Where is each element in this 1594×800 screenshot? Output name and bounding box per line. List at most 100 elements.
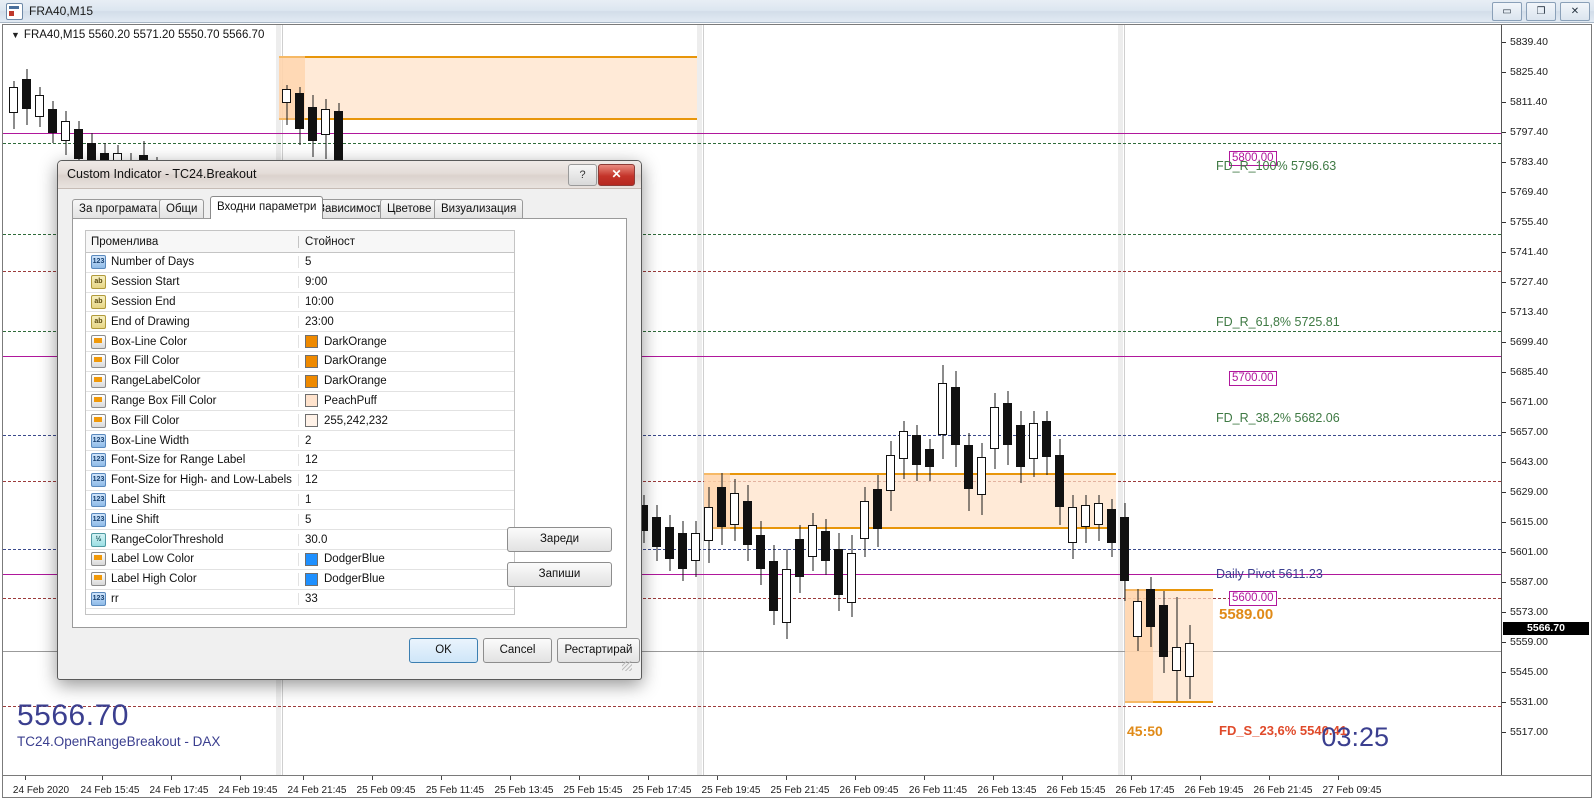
parameters-grid[interactable]: Променлива Стойност 123 Number of Days 5 … — [85, 230, 515, 615]
candle — [782, 549, 791, 639]
table-row[interactable]: ab Session Start 9:00 — [86, 273, 514, 293]
param-name: Box-Line Width — [111, 434, 189, 447]
candle — [964, 433, 973, 511]
param-value[interactable]: DarkOrange — [324, 336, 387, 348]
candle — [1107, 499, 1116, 557]
tab-colors[interactable]: Цветове — [380, 199, 439, 218]
daily-pivot-label: Daily Pivot 5611.23 — [1216, 567, 1323, 581]
grid-side-buttons: Зареди Запиши — [507, 527, 612, 587]
param-value[interactable]: DarkOrange — [324, 355, 387, 367]
param-name: Box Fill Color — [111, 414, 180, 427]
table-row[interactable]: RangeLabelColor DarkOrange — [86, 372, 514, 392]
time-tick: 25 Feb 13:45 — [494, 785, 554, 796]
last-price-badge: 5566.70 — [1503, 622, 1589, 635]
param-value[interactable]: 9:00 — [298, 276, 514, 289]
restore-button[interactable]: ❐ — [1526, 2, 1556, 21]
table-row[interactable]: 123 Box-Line Width 2 — [86, 431, 514, 451]
price-axis[interactable]: 5839.40 5825.40 5811.40 5797.40 5783.40 … — [1501, 25, 1591, 775]
param-value[interactable]: 12 — [298, 474, 514, 487]
tab-visualization[interactable]: Визуализация — [434, 199, 524, 218]
resize-grip[interactable] — [622, 661, 632, 671]
table-row[interactable]: Range Box Fill Color PeachPuff — [86, 392, 514, 412]
dialog-tabs: За програмата Общи Входни параметри Зави… — [72, 196, 635, 219]
fib-label-618: FD_R_61,8% 5725.81 — [1216, 315, 1340, 329]
time-tick: 27 Feb 09:45 — [1322, 785, 1382, 796]
dialog-close-button[interactable]: ✕ — [598, 164, 635, 186]
table-row[interactable]: Box Fill Color DarkOrange — [86, 352, 514, 372]
integer-type-icon: 123 — [91, 453, 106, 468]
param-value[interactable]: DodgerBlue — [324, 553, 385, 565]
custom-indicator-dialog[interactable]: Custom Indicator - TC24.Breakout ? ✕ За … — [57, 160, 642, 680]
integer-type-icon: 123 — [91, 473, 106, 488]
table-row[interactable]: 123 Font-Size for High- and Low-Labels 12 — [86, 471, 514, 491]
param-value[interactable]: 33 — [298, 592, 514, 605]
candle — [665, 515, 674, 571]
table-row[interactable]: 123 Label Shift 1 — [86, 491, 514, 511]
tab-inputs[interactable]: Входни параметри — [210, 196, 324, 219]
chart-clock: 03:25 — [1321, 722, 1389, 752]
save-button[interactable]: Запиши — [507, 562, 612, 587]
candle — [282, 85, 291, 125]
table-row[interactable]: 123 Number of Days 5 — [86, 253, 514, 273]
cancel-button[interactable]: Cancel — [483, 638, 552, 663]
color-type-icon — [91, 393, 106, 408]
help-button[interactable]: ? — [568, 164, 597, 186]
fib-label-100: FD_R_100% 5796.63 — [1216, 159, 1337, 173]
table-row[interactable]: 123 Font-Size for Range Label 12 — [86, 451, 514, 471]
table-row[interactable]: Label High Color DodgerBlue — [86, 570, 514, 590]
table-row[interactable]: 123 rr 33 — [86, 590, 514, 610]
param-name: Session End — [111, 295, 176, 308]
param-value[interactable]: 23:00 — [298, 315, 514, 328]
dialog-footer: OK Cancel Рестартирай — [72, 633, 640, 667]
fib-line-100 — [3, 143, 1501, 144]
chart-collapse-icon[interactable]: ▼ — [11, 30, 20, 40]
param-value[interactable]: DodgerBlue — [324, 573, 385, 585]
dialog-titlebar[interactable]: Custom Indicator - TC24.Breakout ? ✕ — [58, 161, 641, 189]
table-row[interactable]: 123 Line Shift 5 — [86, 510, 514, 531]
table-row[interactable]: Box Fill Color 255,242,232 — [86, 411, 514, 432]
integer-type-icon: 123 — [91, 591, 106, 606]
time-tick: 24 Feb 2020 — [12, 785, 70, 796]
ok-button[interactable]: OK — [409, 638, 478, 663]
time-tick: 26 Feb 13:45 — [977, 785, 1037, 796]
param-value[interactable]: DarkOrange — [324, 375, 387, 387]
param-value[interactable]: 2 — [298, 434, 514, 447]
minimize-button[interactable]: ▭ — [1492, 2, 1522, 21]
param-value[interactable]: 1 — [298, 493, 514, 506]
param-value[interactable]: PeachPuff — [324, 395, 377, 407]
param-value[interactable]: 30.0 — [298, 533, 514, 546]
tab-about[interactable]: За програмата — [72, 199, 165, 218]
tab-common[interactable]: Общи — [159, 199, 205, 218]
color-type-icon — [91, 572, 106, 587]
table-row[interactable]: ab Session End 10:00 — [86, 293, 514, 313]
table-row[interactable]: ab End of Drawing 23:00 — [86, 312, 514, 333]
close-button[interactable]: ✕ — [1560, 2, 1590, 21]
param-value[interactable]: 10:00 — [298, 295, 514, 308]
candle — [977, 443, 986, 515]
candle — [1003, 391, 1012, 465]
candle — [35, 87, 44, 127]
param-value[interactable]: 255,242,232 — [324, 415, 388, 427]
param-value[interactable]: 5 — [298, 256, 514, 269]
restart-button[interactable]: Рестартирай — [557, 638, 640, 663]
table-row[interactable]: Box-Line Color DarkOrange — [86, 332, 514, 352]
candle — [860, 487, 869, 557]
dialog-title: Custom Indicator - TC24.Breakout — [67, 167, 257, 181]
color-swatch — [305, 354, 318, 368]
color-type-icon — [91, 552, 106, 567]
color-type-icon — [91, 413, 106, 428]
param-value[interactable]: 5 — [298, 513, 514, 526]
time-axis[interactable]: 24 Feb 2020 24 Feb 15:45 24 Feb 17:45 24… — [3, 775, 1591, 797]
table-row[interactable]: ½ RangeColorThreshold 30.0 — [86, 530, 514, 550]
time-tick: 26 Feb 15:45 — [1046, 785, 1106, 796]
candle — [321, 99, 330, 159]
candle — [834, 533, 843, 611]
table-row[interactable]: Label Low Color DodgerBlue — [86, 550, 514, 570]
day-gridline — [703, 25, 704, 775]
window-titlebar: FRA40,M15 ▭ ❐ ✕ — [0, 0, 1594, 23]
load-button[interactable]: Зареди — [507, 527, 612, 552]
candle — [951, 371, 960, 467]
candle — [678, 521, 687, 581]
param-value[interactable]: 12 — [298, 454, 514, 467]
pivot-line-5800 — [3, 133, 1501, 134]
